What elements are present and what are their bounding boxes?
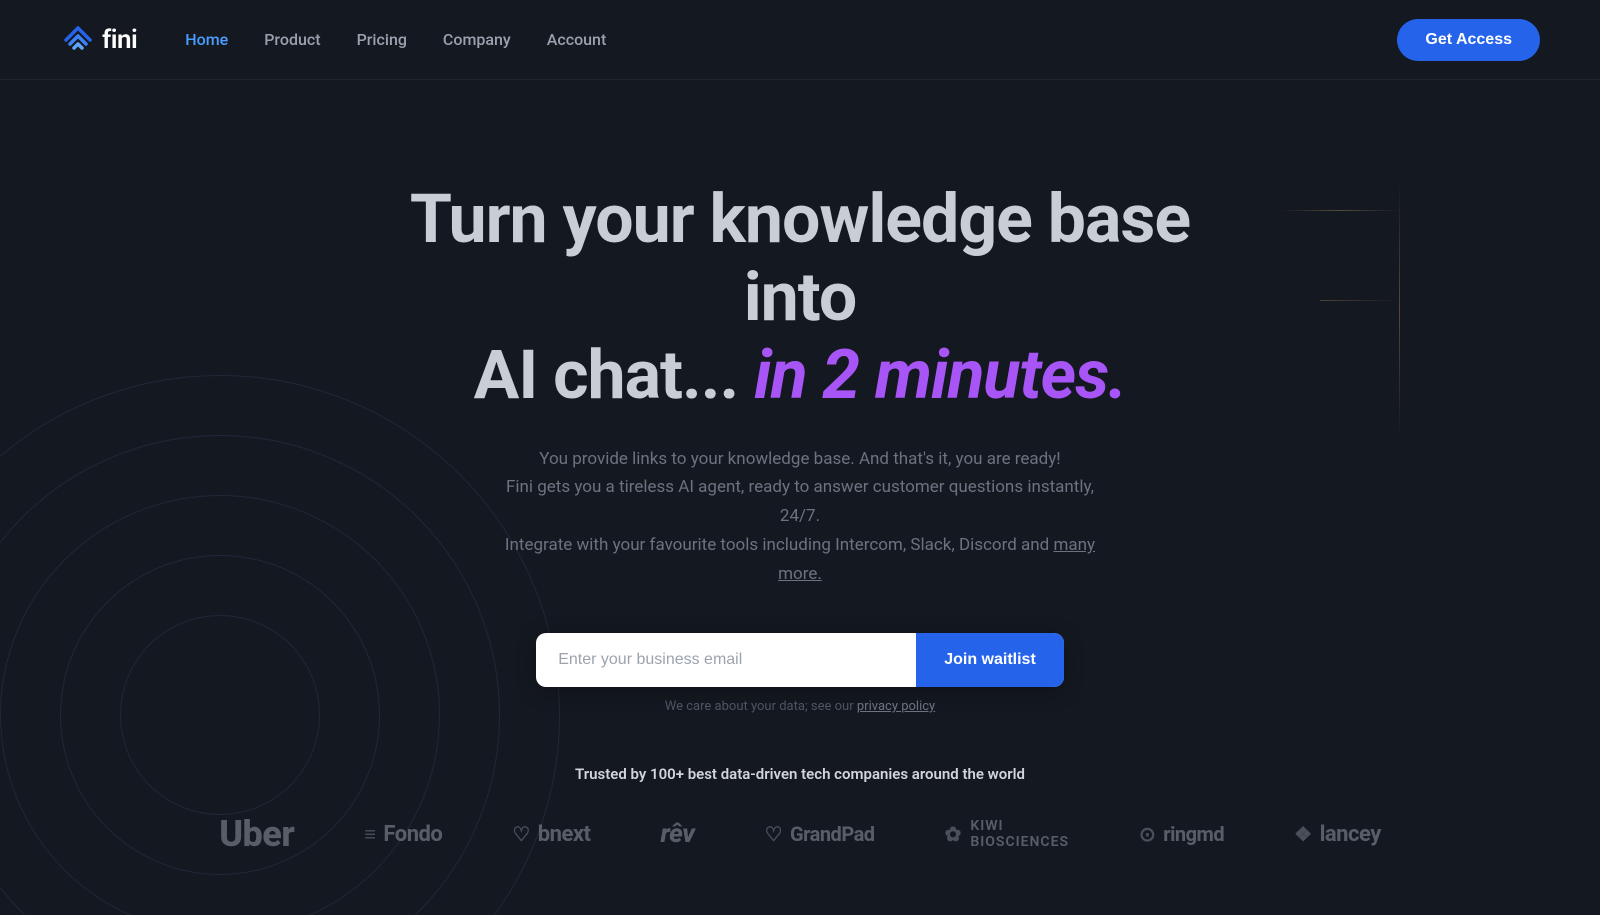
- logos-row: Uber ≡ Fondo ♡ bnext rêv ♡ GrandPad ✿ KI…: [219, 813, 1381, 855]
- nav-link-company[interactable]: Company: [443, 30, 511, 49]
- uber-logo: Uber: [219, 813, 294, 855]
- nav-link-account[interactable]: Account: [547, 30, 607, 49]
- fondo-text: Fondo: [383, 822, 442, 847]
- grandpad-text: GrandPad: [790, 822, 875, 846]
- nav-left: fini Home Product Pricing Company Accoun…: [60, 22, 606, 58]
- nav-links: Home Product Pricing Company Account: [185, 30, 606, 49]
- privacy-text: We care about your data; see our: [665, 699, 854, 714]
- nav-item-product[interactable]: Product: [264, 30, 320, 49]
- nav-item-pricing[interactable]: Pricing: [357, 30, 407, 49]
- ringmd-text: ringmd: [1163, 822, 1224, 846]
- logo-icon: [60, 22, 96, 58]
- grandpad-logo: ♡ GrandPad: [765, 822, 875, 846]
- navbar: fini Home Product Pricing Company Accoun…: [0, 0, 1600, 80]
- nav-link-pricing[interactable]: Pricing: [357, 30, 407, 49]
- trusted-title: Trusted by 100+ best data-driven tech co…: [575, 765, 1025, 783]
- privacy-policy-link[interactable]: privacy policy: [857, 699, 935, 714]
- hero-subtitle-line2: Fini gets you a tireless AI agent, ready…: [506, 477, 1094, 526]
- nav-item-company[interactable]: Company: [443, 30, 511, 49]
- fondo-logo: ≡ Fondo: [364, 822, 442, 847]
- join-waitlist-button[interactable]: Join waitlist: [916, 633, 1064, 687]
- email-input[interactable]: [536, 633, 916, 687]
- kiwi-logo: ✿ KIWIBIOSCIENCES: [945, 818, 1069, 850]
- hero-title-highlight: in 2 minutes.: [754, 335, 1126, 415]
- hero-subtitle-line1: You provide links to your knowledge base…: [539, 449, 1060, 469]
- fondo-icon: ≡: [364, 822, 375, 847]
- trusted-section: Trusted by 100+ best data-driven tech co…: [0, 765, 1600, 855]
- ringmd-icon: ⊙: [1139, 822, 1155, 846]
- bnext-icon: ♡: [512, 822, 529, 846]
- hero-subtitle-line3: Integrate with your favourite tools incl…: [505, 535, 1049, 555]
- nav-link-product[interactable]: Product: [264, 30, 320, 49]
- bnext-logo: ♡ bnext: [512, 822, 590, 847]
- kiwi-icon: ✿: [945, 822, 963, 846]
- grandpad-icon: ♡: [765, 822, 782, 846]
- email-form: Join waitlist: [536, 633, 1064, 687]
- hero-title-line2: AI chat...: [474, 335, 739, 415]
- lancey-icon: ❖: [1294, 822, 1311, 846]
- rev-logo: rêv: [661, 819, 695, 849]
- get-access-button[interactable]: Get Access: [1397, 19, 1540, 61]
- logo-text: fini: [102, 25, 137, 55]
- lancey-logo: ❖ lancey: [1294, 822, 1381, 847]
- nav-link-home[interactable]: Home: [185, 30, 228, 49]
- ringmd-logo: ⊙ ringmd: [1139, 822, 1224, 846]
- logo-link[interactable]: fini: [60, 22, 137, 58]
- privacy-note: We care about your data; see our privacy…: [665, 699, 935, 714]
- bnext-text: bnext: [538, 822, 591, 847]
- nav-item-home[interactable]: Home: [185, 30, 228, 49]
- hero-title: Turn your knowledge base into AI chat...…: [370, 180, 1230, 415]
- hero-subtitle: You provide links to your knowledge base…: [500, 445, 1100, 589]
- nav-item-account[interactable]: Account: [547, 30, 607, 49]
- lancey-text: lancey: [1320, 822, 1381, 847]
- hero-section: Turn your knowledge base into AI chat...…: [0, 80, 1600, 714]
- hero-title-line1: Turn your knowledge base into: [410, 179, 1190, 337]
- kiwi-text: KIWIBIOSCIENCES: [970, 818, 1069, 850]
